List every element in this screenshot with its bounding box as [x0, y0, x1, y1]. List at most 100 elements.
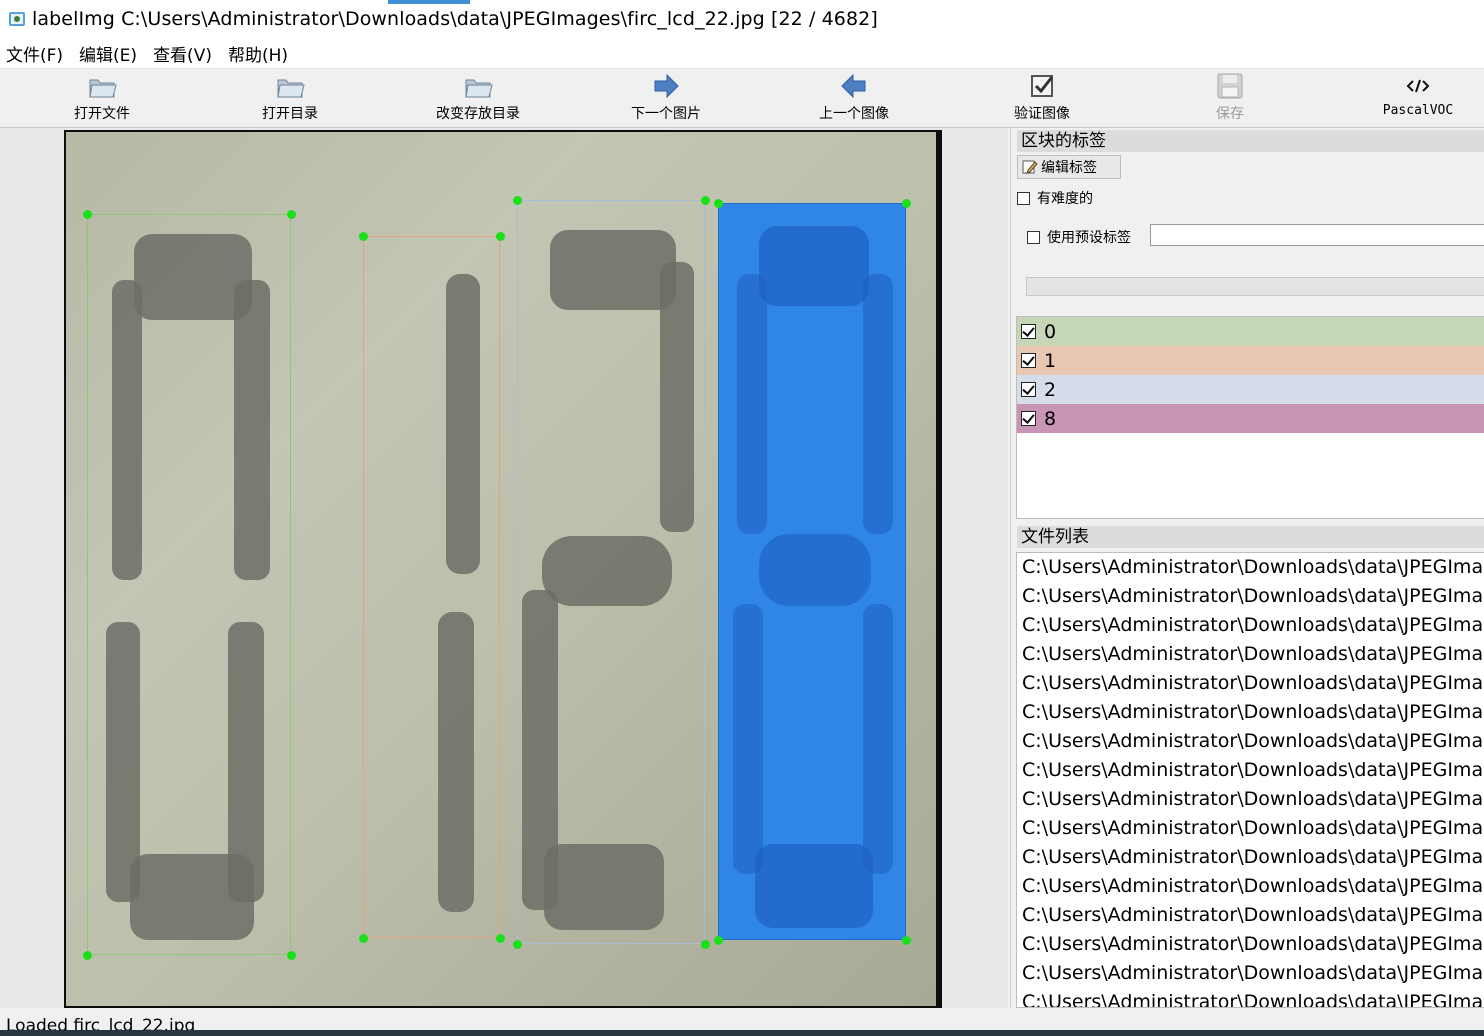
save-label: 保存 — [1216, 106, 1244, 122]
label-name: 1 — [1044, 349, 1057, 372]
box-labels-title: 区块的标签 — [1017, 130, 1484, 152]
bounding-box-1[interactable] — [363, 236, 500, 938]
checkbox-check-icon — [1026, 71, 1058, 101]
box-handle[interactable] — [83, 210, 92, 219]
box-handle[interactable] — [496, 232, 505, 241]
label-checkbox[interactable] — [1021, 353, 1036, 368]
box-handle[interactable] — [359, 934, 368, 943]
file-list-item[interactable]: C:\Users\Administrator\Downloads\data\JP… — [1017, 640, 1484, 669]
difficult-checkbox[interactable]: 有难度的 — [1017, 188, 1093, 208]
image-canvas[interactable] — [0, 128, 1008, 1008]
save-button[interactable]: 保存 — [1160, 71, 1300, 125]
label-name: 8 — [1044, 407, 1057, 430]
prev-image-button[interactable]: 上一个图像 — [784, 71, 924, 125]
menu-view[interactable]: 查看(V) — [145, 41, 220, 66]
format-label: PascalVOC — [1382, 103, 1454, 118]
box-handle[interactable] — [513, 196, 522, 205]
label-combo-bar[interactable] — [1026, 277, 1484, 296]
use-default-label-text: 使用预设标签 — [1047, 230, 1131, 246]
next-image-button[interactable]: 下一个图片 — [596, 71, 736, 125]
file-list-item[interactable]: C:\Users\Administrator\Downloads\data\JP… — [1017, 669, 1484, 698]
title-bar: labelImg C:\Users\Administrator\Download… — [0, 0, 1484, 38]
title-accent-strip — [388, 0, 470, 4]
label-checkbox[interactable] — [1021, 324, 1036, 339]
toolbar: 打开文件 打开目录 改变存放目录 下一个图片 上一个图像 验证图像 保存 Pas… — [0, 69, 1484, 128]
folder-icon — [86, 71, 118, 101]
file-list-item[interactable]: C:\Users\Administrator\Downloads\data\JP… — [1017, 988, 1484, 1007]
label-name: 0 — [1044, 320, 1057, 343]
file-list-item[interactable]: C:\Users\Administrator\Downloads\data\JP… — [1017, 756, 1484, 785]
box-handle[interactable] — [287, 951, 296, 960]
pencil-edit-icon — [1022, 159, 1038, 175]
file-list-item[interactable]: C:\Users\Administrator\Downloads\data\JP… — [1017, 582, 1484, 611]
box-handle[interactable] — [701, 196, 710, 205]
file-list-item[interactable]: C:\Users\Administrator\Downloads\data\JP… — [1017, 785, 1484, 814]
label-name: 2 — [1044, 378, 1057, 401]
next-image-label: 下一个图片 — [631, 106, 701, 122]
floppy-disk-icon — [1214, 71, 1246, 101]
verify-image-button[interactable]: 验证图像 — [972, 71, 1112, 125]
use-default-label-checkbox-box[interactable] — [1027, 230, 1040, 244]
menu-edit[interactable]: 编辑(E) — [71, 41, 145, 66]
file-list[interactable]: C:\Users\Administrator\Downloads\data\JP… — [1016, 552, 1484, 1008]
bounding-box-2[interactable] — [517, 200, 705, 944]
file-list-item[interactable]: C:\Users\Administrator\Downloads\data\JP… — [1017, 959, 1484, 988]
verify-image-label: 验证图像 — [1014, 106, 1070, 122]
labelimg-app-icon — [8, 10, 26, 28]
format-pascalvoc-button[interactable]: PascalVOC — [1348, 71, 1484, 125]
label-list-item[interactable]: 0 — [1017, 317, 1484, 346]
label-list-item[interactable]: 1 — [1017, 346, 1484, 375]
box-handle[interactable] — [902, 199, 911, 208]
label-list-item[interactable]: 8 — [1017, 404, 1484, 433]
change-save-dir-label: 改变存放目录 — [436, 106, 520, 122]
box-handle[interactable] — [496, 934, 505, 943]
label-list-item[interactable]: 2 — [1017, 375, 1484, 404]
box-handle[interactable] — [287, 210, 296, 219]
file-list-item[interactable]: C:\Users\Administrator\Downloads\data\JP… — [1017, 814, 1484, 843]
box-handle[interactable] — [902, 936, 911, 945]
menu-help[interactable]: 帮助(H) — [220, 41, 296, 66]
folder-icon — [274, 71, 306, 101]
box-handle[interactable] — [701, 940, 710, 949]
file-list-item[interactable]: C:\Users\Administrator\Downloads\data\JP… — [1017, 901, 1484, 930]
code-tag-icon — [1402, 71, 1434, 101]
label-list[interactable]: 0 1 2 8 — [1016, 316, 1484, 519]
open-dir-label: 打开目录 — [262, 106, 318, 122]
open-dir-button[interactable]: 打开目录 — [220, 71, 360, 125]
file-list-item[interactable]: C:\Users\Administrator\Downloads\data\JP… — [1017, 930, 1484, 959]
file-list-item[interactable]: C:\Users\Administrator\Downloads\data\JP… — [1017, 727, 1484, 756]
edit-label-text: 编辑标签 — [1041, 160, 1097, 176]
taskbar-strip — [0, 1030, 1484, 1036]
file-list-item[interactable]: C:\Users\Administrator\Downloads\data\JP… — [1017, 611, 1484, 640]
prev-image-label: 上一个图像 — [819, 106, 889, 122]
change-save-dir-button[interactable]: 改变存放目录 — [408, 71, 548, 125]
box-handle[interactable] — [513, 940, 522, 949]
open-file-button[interactable]: 打开文件 — [32, 71, 172, 125]
folder-icon — [462, 71, 494, 101]
use-default-label-checkbox[interactable]: 使用预设标签 — [1027, 227, 1131, 247]
arrow-right-icon — [650, 71, 682, 101]
label-checkbox[interactable] — [1021, 382, 1036, 397]
right-dock: 区块的标签 编辑标签 有难度的 使用预设标签 0 1 2 8 文件列表 C:\U… — [1010, 128, 1484, 1008]
box-handle[interactable] — [714, 199, 723, 208]
file-list-title: 文件列表 — [1017, 526, 1484, 548]
difficult-checkbox-box[interactable] — [1017, 191, 1030, 205]
difficult-checkbox-label: 有难度的 — [1037, 191, 1093, 207]
edit-label-button[interactable]: 编辑标签 — [1017, 155, 1121, 179]
window-title: labelImg C:\Users\Administrator\Download… — [32, 8, 878, 30]
menu-bar: 文件(F) 编辑(E) 查看(V) 帮助(H) — [0, 38, 1484, 69]
label-checkbox[interactable] — [1021, 411, 1036, 426]
box-handle[interactable] — [359, 232, 368, 241]
file-list-item[interactable]: C:\Users\Administrator\Downloads\data\JP… — [1017, 843, 1484, 872]
box-handle[interactable] — [714, 936, 723, 945]
file-list-item[interactable]: C:\Users\Administrator\Downloads\data\JP… — [1017, 698, 1484, 727]
arrow-left-icon — [838, 71, 870, 101]
file-list-item[interactable]: C:\Users\Administrator\Downloads\data\JP… — [1017, 872, 1484, 901]
default-label-input[interactable] — [1150, 224, 1484, 246]
box-handle[interactable] — [83, 951, 92, 960]
bounding-box-0[interactable] — [87, 214, 291, 955]
file-list-item[interactable]: C:\Users\Administrator\Downloads\data\JP… — [1017, 553, 1484, 582]
open-file-label: 打开文件 — [74, 106, 130, 122]
menu-file[interactable]: 文件(F) — [0, 41, 71, 66]
bounding-box-8-selected[interactable] — [718, 203, 906, 940]
